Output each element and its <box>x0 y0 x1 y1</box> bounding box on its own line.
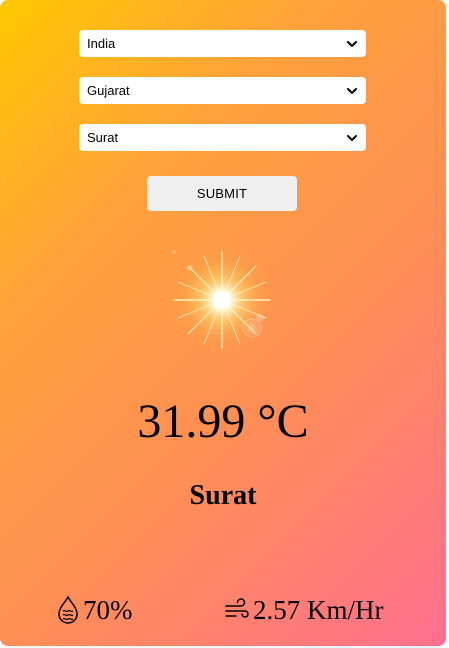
humidity-drop-icon <box>58 595 78 624</box>
country-select-value: India <box>87 36 116 51</box>
wind-stat: 2.57 Km/Hr <box>224 594 384 626</box>
city-select[interactable]: Surat <box>79 124 366 151</box>
temperature-value: 31.99 °C <box>137 395 309 448</box>
state-select-value: Gujarat <box>87 83 130 98</box>
wind-value: 2.57 Km/Hr <box>253 594 384 625</box>
city-select-value: Surat <box>87 130 119 145</box>
chevron-down-icon <box>347 134 357 141</box>
country-select[interactable]: India <box>79 30 366 57</box>
sun-icon <box>167 245 277 355</box>
chevron-down-icon <box>347 87 357 94</box>
wind-icon <box>225 598 249 618</box>
location-name: Surat <box>189 480 257 511</box>
humidity-value: 70% <box>83 594 133 625</box>
humidity-stat: 70% <box>56 594 133 626</box>
submit-button[interactable]: SUBMIT <box>147 176 297 211</box>
weather-card: India Gujarat Surat SUBMIT 31.99 °C Sura… <box>0 0 446 646</box>
state-select[interactable]: Gujarat <box>79 77 366 104</box>
chevron-down-icon <box>347 40 357 47</box>
